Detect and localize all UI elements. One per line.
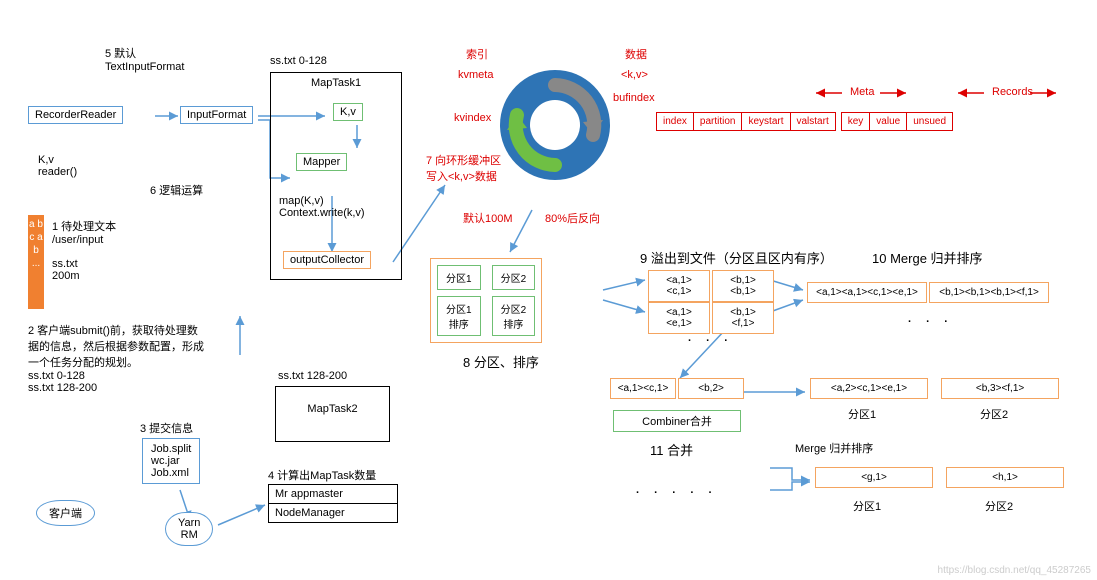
records-label: Records [992, 86, 1033, 98]
th-unsued: unsued [906, 112, 953, 131]
ring-buffer-icon [495, 40, 625, 210]
ring-kvindex: kvindex [454, 112, 491, 124]
spill-row-2: <a,1> <e,1> <b,1> <f,1> [648, 302, 774, 334]
split-range-1: ss.txt 0-128 [270, 55, 327, 67]
maptask1-kv: K,v [333, 103, 363, 121]
ring-shuju: 数据 [625, 46, 647, 62]
ss-file-label: ss.txt 200m [52, 258, 80, 282]
merge2-title: Merge 归并排序 [795, 440, 873, 456]
nodemanager-label: NodeManager [269, 504, 397, 522]
meta-label: Meta [850, 86, 874, 98]
merge3-h: <h,1> [946, 467, 1064, 488]
merge1-b: <b,1><b,1><b,1><f,1> [929, 282, 1049, 303]
step6-label: 6 逻辑运算 [150, 182, 203, 198]
client-cloud: 客户端 [36, 500, 95, 526]
ring-suoyin: 索引 [466, 46, 488, 62]
spill-row-1: <a,1> <c,1> <b,1><b,1> [648, 270, 774, 302]
recorder-reader-box: RecorderReader [28, 106, 123, 124]
job-files-box: Job.split wc.jar Job.xml [142, 438, 200, 484]
merge2-row: <a,2><c,1><e,1> <b,3><f,1> [810, 378, 1059, 399]
partition-1: 分区1 [437, 265, 481, 290]
maptask1-mapper: Mapper [296, 153, 347, 171]
kv-reader-label: K,v reader() [38, 154, 77, 178]
split-range-2: ss.txt 128-200 [278, 370, 347, 382]
step1-label: 1 待处理文本 /user/input [52, 218, 116, 246]
step8-label: 8 分区、排序 [463, 352, 539, 371]
spill-r1a: <a,1> <c,1> [648, 270, 710, 302]
watermark: https://blog.csdn.net/qq_45287265 [938, 565, 1091, 576]
maptask1-name: MapTask1 [311, 77, 361, 89]
step4-label: 4 计算出MapTask数量 [268, 467, 376, 483]
task-count-container: Mr appmaster NodeManager [268, 484, 398, 523]
ring-kv: <k,v> [621, 69, 648, 81]
ring-step7: 7 向环形缓冲区 写入<k,v>数据 [426, 152, 501, 184]
partition-2-sort: 分区2 排序 [492, 296, 536, 336]
merge2-plabel2: 分区2 [980, 406, 1008, 422]
dots-1: . . . [688, 332, 733, 344]
ring-default: 默认100M [463, 210, 513, 226]
combiner-row: <a,1><c,1> <b,2> [610, 378, 744, 399]
step9-label: 9 溢出到文件（分区且区内有序） [640, 248, 833, 267]
spill-r1b: <b,1><b,1> [712, 270, 774, 302]
merge3-row: <g,1> <h,1> [815, 467, 1064, 488]
combiner-b: <b,2> [678, 378, 744, 399]
th-key: key [841, 112, 871, 131]
merge1-a: <a,1><a,1><c,1><e,1> [807, 282, 927, 303]
merge3-plabel2: 分区2 [985, 498, 1013, 514]
step3-label: 3 提交信息 [140, 420, 193, 436]
merge2-plabel1: 分区1 [848, 406, 876, 422]
merge2-p2: <b,3><f,1> [941, 378, 1059, 399]
combiner-a: <a,1><c,1> [610, 378, 676, 399]
partition-container: 分区1 分区2 分区1 排序 分区2 排序 [430, 258, 542, 343]
ring-reverse: 80%后反向 [545, 210, 600, 226]
yarn-rm-cloud: Yarn RM [165, 512, 213, 546]
th-value: value [869, 112, 907, 131]
maptask1-mapfn: map(K,v) Context.write(k,v) [279, 195, 365, 219]
step11-label: 11 合并 [650, 440, 693, 459]
maptask2-name: MapTask2 [307, 403, 357, 415]
diagram-canvas: 5 默认 TextInputFormat RecorderReader Inpu… [0, 0, 1097, 580]
header-table: indexpartitionkeystartvalstart keyvalueun… [656, 112, 952, 131]
th-partition: partition [693, 112, 743, 131]
partition-2: 分区2 [492, 265, 536, 290]
th-index: index [656, 112, 694, 131]
merge3-g: <g,1> [815, 467, 933, 488]
orange-data-column: a b c a b ... [28, 215, 44, 309]
dots-3: . . . . . [636, 484, 718, 496]
th-keystart: keystart [741, 112, 790, 131]
th-valstart: valstart [790, 112, 836, 131]
appmaster-label: Mr appmaster [269, 485, 397, 504]
spill-r2b: <b,1> <f,1> [712, 302, 774, 334]
merge2-p1: <a,2><c,1><e,1> [810, 378, 928, 399]
maptask2-container: MapTask2 [275, 386, 390, 442]
partition-1-sort: 分区1 排序 [437, 296, 481, 336]
merge3-plabel1: 分区1 [853, 498, 881, 514]
input-format-box: InputFormat [180, 106, 253, 124]
step5-label: 5 默认 TextInputFormat [105, 45, 184, 73]
step10-label: 10 Merge 归并排序 [872, 248, 983, 267]
dots-2: . . . [908, 313, 953, 325]
ring-kvmeta: kvmeta [458, 69, 493, 81]
spill-r2a: <a,1> <e,1> [648, 302, 710, 334]
output-collector: outputCollector [283, 251, 371, 269]
combiner-box: Combiner合并 [613, 410, 741, 432]
maptask1-container: MapTask1 K,v Mapper map(K,v) Context.wri… [270, 72, 402, 280]
step2-label: 2 客户端submit()前，获取待处理数据的信息，然后根据参数配置，形成一个任… [28, 322, 208, 394]
merge1-row: <a,1><a,1><c,1><e,1> <b,1><b,1><b,1><f,1… [807, 282, 1049, 303]
